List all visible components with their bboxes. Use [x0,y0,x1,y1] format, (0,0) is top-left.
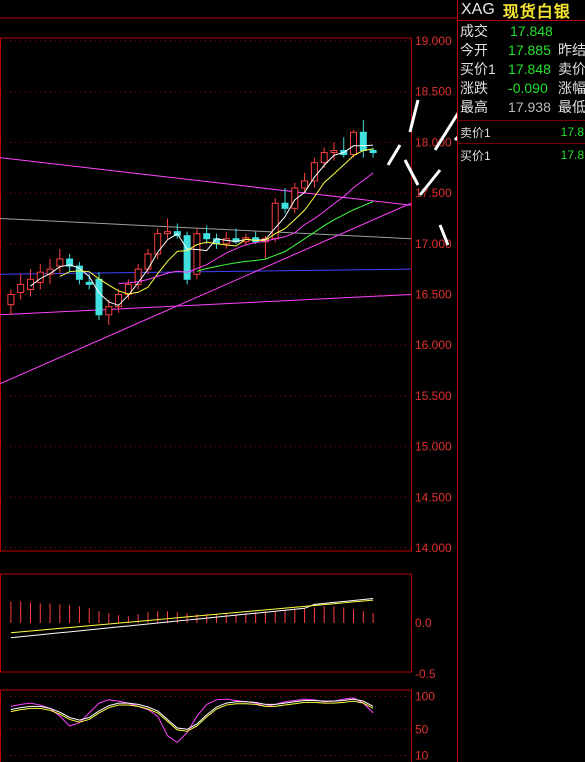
candle-body [369,150,377,154]
quote-label: 买价1 [460,60,496,77]
quote-value: 17.848 [510,22,553,39]
candle-body [85,281,93,285]
ma-line [0,268,412,275]
quote-label: 今开 [460,41,488,58]
macd-dif-line [10,598,374,639]
quote-panel: XAG 现货白银 成交 17.848 今开 17.885 昨结 买价1 17.848 卖价 涨跌… [457,0,585,762]
quote-label2: 昨结 [558,41,585,58]
depth-row: 卖价1 17.8 [458,120,585,143]
candle-body [359,131,367,152]
y-tick-label: 19.000 [415,34,452,48]
symbol-code: XAG [461,1,495,18]
kdj-tick-label: 100 [415,690,435,704]
macd-dea-line [10,599,374,634]
quote-value: 17.885 [508,41,551,58]
instrument-name: 现货白银 [502,4,571,21]
kdj-frame [0,689,412,762]
y-tick-label: 18.000 [415,135,452,149]
candle-body [17,283,25,293]
candle-body [144,253,152,270]
quote-value: 17.848 [508,60,551,77]
candle-body [56,258,64,267]
depth-label: 卖价1 [460,125,491,140]
ma-line [0,202,412,385]
depth-value: 17.8 [560,148,584,162]
depth-row: 买价1 17.8 [458,143,585,166]
y-tick-label: 14.000 [415,541,452,555]
arrow-mark [386,144,402,166]
kdj-tick-label: 50 [415,722,429,736]
candle-body [203,233,211,240]
candle-body [330,150,338,154]
quote-label2: 卖价 [558,60,585,77]
quote-row: 成交 17.848 [458,21,585,40]
ma-magenta-line [118,172,374,285]
quote-label: 最高 [460,98,488,115]
quote-row: 最高 17.938 最低 [458,97,585,116]
quote-row: 今开 17.885 昨结 [458,40,585,59]
quote-value: -0.090 [508,79,548,96]
candle-body [310,162,318,182]
candle-body [281,202,289,209]
candle-body [95,278,103,316]
quote-row: 买价1 17.848 卖价 [458,59,585,78]
y-tick-label: 16.500 [415,288,452,302]
y-tick-label: 14.500 [415,490,452,504]
candle-body [222,238,230,245]
depth-label: 买价1 [460,148,491,163]
macd-tick-label: -0.5 [415,667,436,681]
ma-line [0,294,412,316]
kdj-k-line [10,697,374,744]
candle-body [320,152,328,164]
candle-body [154,233,162,255]
ma-line [0,157,412,206]
quote-label2: 涨幅 [558,79,585,96]
kline-chart[interactable]: 19.00018.50018.00017.50017.00016.50016.0… [0,0,457,762]
quote-label: 成交 [460,22,488,39]
quote-value: 17.938 [508,98,551,115]
candle-body [350,131,358,156]
candle-body [164,231,172,235]
ma-yellow-line [59,148,374,295]
depth-value: 17.8 [560,125,584,139]
y-tick-label: 16.000 [415,338,452,352]
y-tick-label: 15.000 [415,440,452,454]
macd-frame [0,573,412,673]
y-tick-label: 18.500 [415,85,452,99]
quote-row: 涨跌 -0.090 涨幅 [458,78,585,97]
y-tick-label: 15.500 [415,389,452,403]
quote-header: XAG 现货白银 [458,0,585,21]
ma-white-line [30,144,374,306]
macd-tick-label: 0.0 [415,616,432,630]
kdj-tick-label: 10 [415,748,429,762]
quote-label: 涨跌 [460,79,488,96]
quote-label2: 最低 [558,98,585,115]
candle-body [105,306,113,316]
candle-body [301,180,309,189]
candle-body [7,294,15,306]
